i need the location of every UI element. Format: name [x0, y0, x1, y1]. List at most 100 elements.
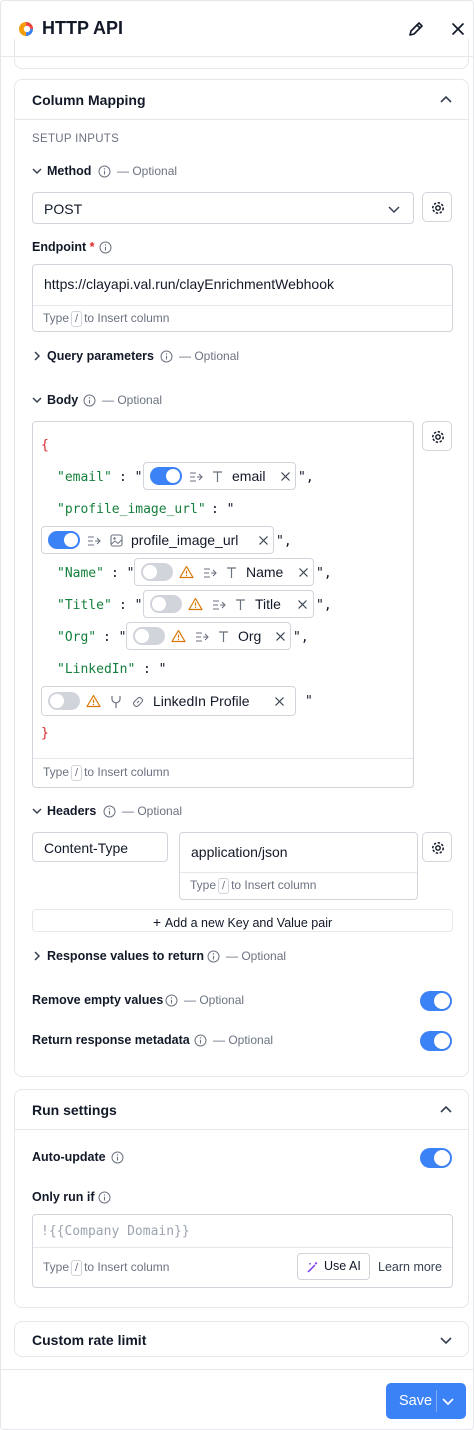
body-settings-button[interactable]: [422, 421, 452, 451]
colon-quote: : ": [211, 502, 235, 517]
chip-toggle[interactable]: [141, 563, 173, 581]
formula-arrow-icon: [88, 536, 101, 546]
response-values-label: Response values to return: [47, 949, 204, 963]
body-key-name: "Name": [57, 566, 104, 581]
close-icon[interactable]: [274, 696, 285, 707]
clay-logo-icon: [19, 22, 33, 36]
add-key-value-button[interactable]: + Add a new Key and Value pair: [32, 909, 453, 932]
colon-quote: : ": [111, 566, 135, 581]
gear-icon: [432, 202, 444, 214]
formula-arrow-icon: [213, 600, 226, 610]
info-icon[interactable]: [103, 805, 116, 818]
method-label: Method: [47, 164, 92, 178]
close-icon[interactable]: [297, 599, 308, 610]
panel-title: HTTP API: [42, 18, 124, 38]
auto-update-label: Auto-update: [32, 1150, 106, 1164]
chip-toggle[interactable]: [48, 531, 80, 549]
chevron-right-icon[interactable]: [31, 950, 43, 962]
chevron-up-icon[interactable]: [439, 1103, 453, 1117]
body-key-linkedin: "LinkedIn": [57, 662, 136, 677]
merge-icon: [111, 696, 121, 708]
method-optional: — Optional: [117, 164, 178, 178]
header-key-input[interactable]: Content-Type: [32, 832, 168, 862]
warning-icon: [171, 629, 186, 643]
chevron-up-icon[interactable]: [439, 93, 453, 107]
gear-icon: [432, 842, 444, 854]
custom-rate-limit-card[interactable]: Custom rate limit: [14, 1321, 469, 1357]
close-icon[interactable]: [280, 471, 291, 482]
warning-icon: [179, 565, 194, 579]
chip-profile-image-url[interactable]: profile_image_url: [41, 526, 274, 554]
setup-inputs-label: SETUP INPUTS: [32, 133, 120, 145]
return-metadata-toggle[interactable]: [420, 1031, 452, 1051]
chip-label: email: [232, 468, 266, 484]
plus-icon: +: [152, 914, 165, 930]
text-type-icon: [227, 567, 236, 578]
edit-pencil-icon[interactable]: [406, 19, 426, 39]
run-settings-card: Run settings Auto-update Only run if !{{…: [14, 1089, 469, 1308]
info-icon[interactable]: [194, 1034, 207, 1047]
chip-toggle[interactable]: [48, 692, 80, 710]
column-mapping-title: Column Mapping: [32, 92, 146, 108]
header-settings-button[interactable]: [422, 832, 452, 862]
learn-more-link[interactable]: Learn more: [378, 1260, 442, 1274]
insert-column-hint: Type / to Insert column: [190, 878, 317, 894]
info-icon[interactable]: [111, 1151, 124, 1164]
end-quote: ",: [298, 470, 314, 485]
info-icon[interactable]: [160, 350, 173, 363]
close-icon[interactable]: [298, 567, 309, 578]
body-editor[interactable]: { "email" : " email ", "profile_image_ur…: [32, 421, 414, 788]
open-brace: {: [41, 438, 49, 453]
remove-empty-toggle[interactable]: [420, 991, 452, 1011]
chip-org[interactable]: Org: [126, 622, 291, 650]
chip-linkedin-profile[interactable]: LinkedIn Profile: [41, 686, 296, 716]
end-quote: ": [305, 694, 313, 709]
end-quote: ",: [293, 630, 309, 645]
end-quote: ",: [316, 566, 332, 581]
endpoint-label: Endpoint *: [32, 240, 95, 254]
info-icon[interactable]: [207, 950, 220, 963]
save-button[interactable]: Save: [386, 1383, 466, 1419]
formula-arrow-icon: [190, 472, 203, 482]
remove-empty-optional: — Optional: [184, 993, 245, 1007]
only-run-if-placeholder: !{{Company Domain}}: [41, 1224, 190, 1239]
run-settings-header[interactable]: Run settings: [15, 1090, 468, 1130]
chevron-down-icon[interactable]: [31, 805, 43, 817]
chevron-down-icon[interactable]: [441, 1394, 455, 1408]
header-value-input[interactable]: application/json Type / to Insert column: [179, 832, 418, 900]
chip-label: Title: [255, 596, 281, 612]
panel-footer: Save: [1, 1369, 473, 1429]
chip-toggle[interactable]: [150, 595, 182, 613]
info-icon[interactable]: [98, 165, 111, 178]
chip-title[interactable]: Title: [143, 590, 314, 618]
chevron-down-icon[interactable]: [31, 165, 43, 177]
chip-email[interactable]: email: [143, 462, 296, 490]
close-icon[interactable]: [275, 631, 286, 642]
body-key-title: "Title": [57, 598, 112, 613]
info-icon[interactable]: [83, 394, 96, 407]
chevron-right-icon[interactable]: [31, 350, 43, 362]
chip-toggle[interactable]: [133, 627, 165, 645]
chevron-down-icon[interactable]: [31, 394, 43, 406]
info-icon[interactable]: [165, 994, 178, 1007]
auto-update-toggle[interactable]: [420, 1148, 452, 1168]
chip-name[interactable]: Name: [134, 558, 314, 586]
method-value: POST: [44, 201, 83, 217]
previous-section-card: [14, 39, 469, 69]
method-settings-button[interactable]: [422, 192, 452, 222]
colon-quote: : ": [103, 630, 127, 645]
use-ai-button[interactable]: Use AI: [297, 1253, 370, 1280]
only-run-if-input[interactable]: !{{Company Domain}} Type / to Insert colum…: [32, 1214, 453, 1288]
info-icon[interactable]: [98, 1191, 111, 1204]
info-icon[interactable]: [99, 241, 112, 254]
method-select[interactable]: POST: [32, 192, 414, 224]
header-value-text: application/json: [191, 844, 288, 860]
chip-toggle[interactable]: [150, 467, 182, 485]
warning-icon: [188, 597, 203, 611]
column-mapping-header[interactable]: Column Mapping: [15, 80, 468, 120]
chevron-down-icon[interactable]: [439, 1333, 453, 1347]
body-label: Body: [47, 393, 79, 407]
endpoint-input[interactable]: https://clayapi.val.run/clayEnrichmentWe…: [32, 264, 453, 332]
close-icon[interactable]: [448, 19, 468, 39]
close-icon[interactable]: [258, 535, 269, 546]
